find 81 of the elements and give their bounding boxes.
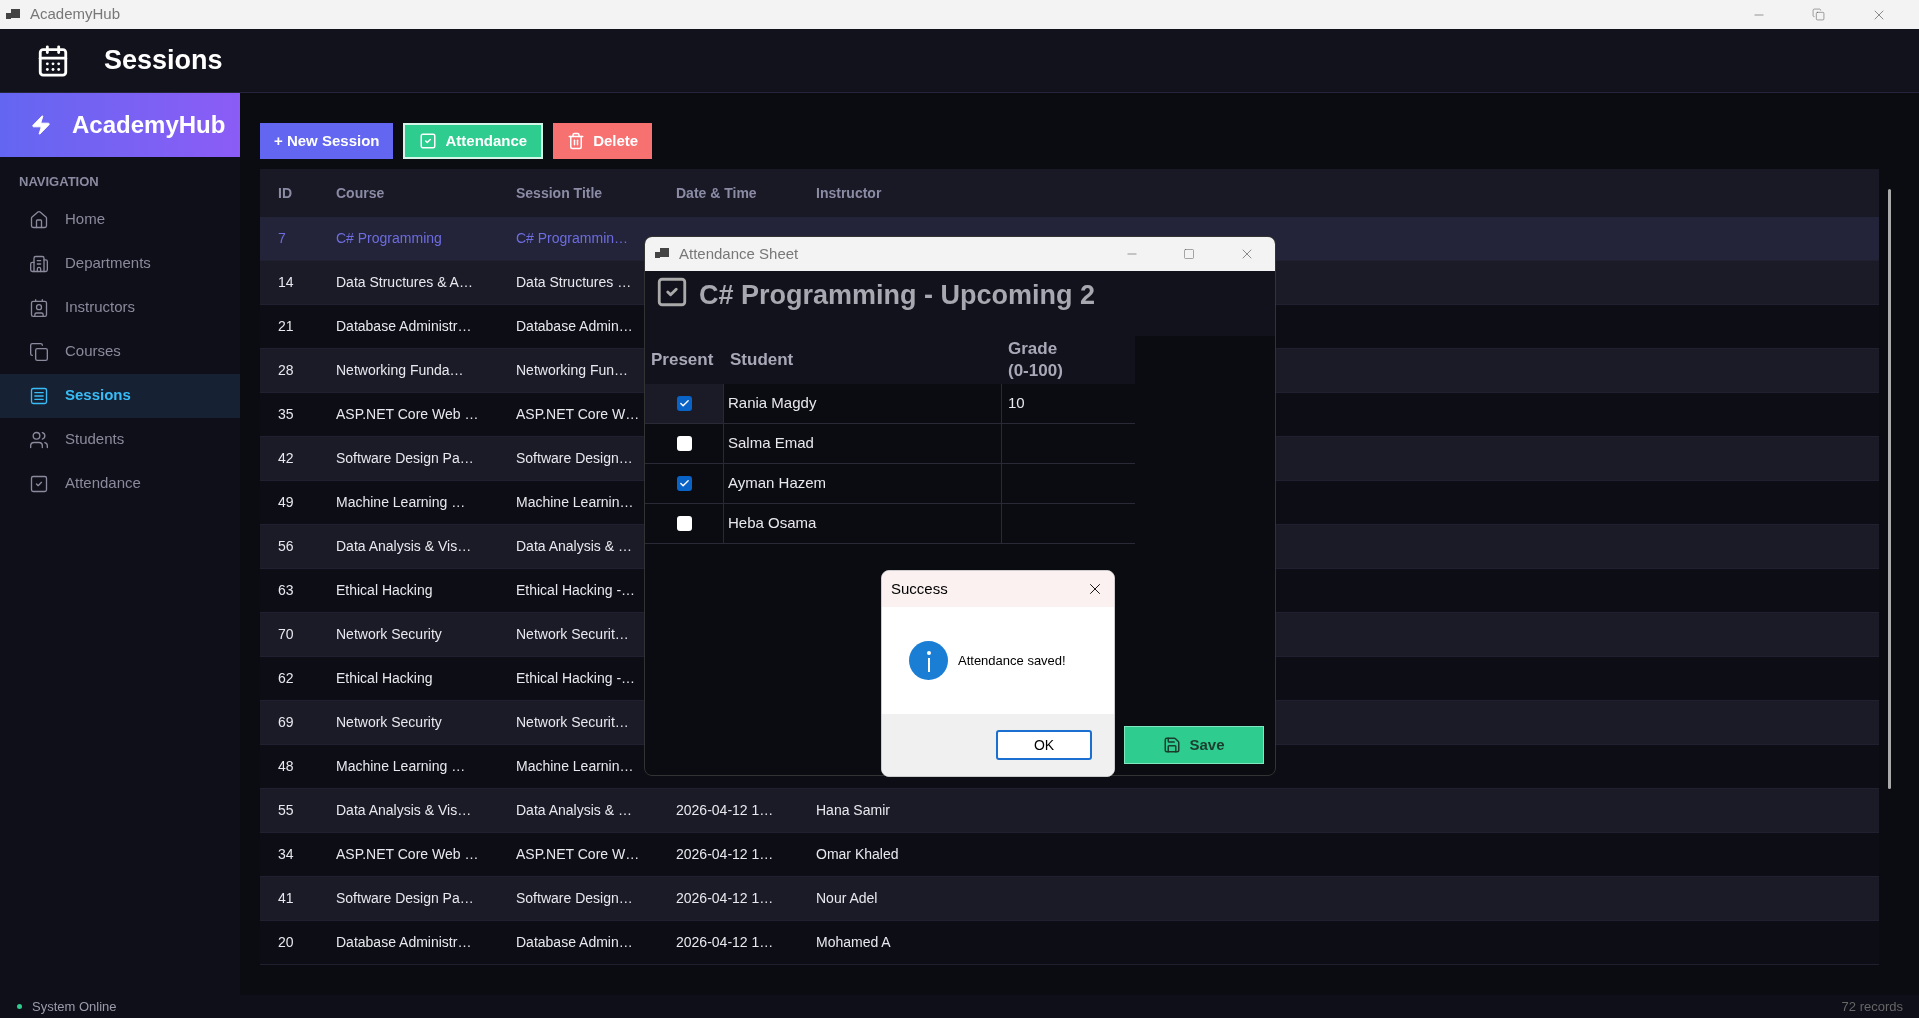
table-cell-text: 41 (277, 889, 295, 908)
column-header: ID (277, 183, 293, 203)
column-header: Session Title (516, 183, 604, 203)
table-cell-text: 55 (277, 801, 295, 820)
table-cell-text: Networking Funda… (336, 361, 465, 380)
table-cell-text: Ethical Hacking (336, 669, 434, 688)
page-title: Sessions (104, 44, 223, 78)
table-cell-text: Ethical Hacking (336, 581, 434, 600)
table-cell-text: Data Structures & A… (336, 273, 474, 292)
table-cell-text: Data Analysis & … (516, 801, 633, 820)
table-cell-text: ASP.NET Core W… (516, 845, 641, 864)
table-cell-text: Software Design Pa… (336, 889, 475, 908)
table-cell-text: Networking Fun… (516, 361, 630, 380)
table-cell-text: 56 (277, 537, 295, 556)
column-header: Date & Time (676, 183, 758, 203)
table-cell-text: Data Structures … (516, 273, 633, 292)
table-cell-text: Database Administr… (336, 317, 473, 336)
table-cell-text: C# Programming (336, 229, 443, 248)
table-cell-text: Omar Khaled (816, 845, 900, 864)
table-cell-text: Database Admin… (516, 933, 634, 952)
table-cell-text: Data Analysis & Vis… (336, 537, 473, 556)
table-cell-text: C# Programmin… (516, 229, 630, 248)
student-name: Rania Magdy (724, 384, 1002, 423)
table-cell-text: Database Administr… (336, 933, 473, 952)
table-cell-text: Network Securit… (516, 625, 630, 644)
dialog-title: Attendance Sheet (679, 243, 799, 264)
student-name: Ayman Hazem (724, 464, 1002, 503)
table-cell-text: Ethical Hacking -… (516, 581, 637, 600)
table-cell-text: Software Design Pa… (336, 449, 475, 468)
student-name: Salma Emad (724, 424, 1002, 463)
table-cell-text: Machine Learnin… (516, 493, 635, 512)
table-cell-text: 7 (277, 229, 287, 248)
table-cell-text: Nour Adel (816, 889, 879, 908)
column-header: Present (650, 349, 715, 372)
table-cell-text: 21 (277, 317, 295, 336)
column-header: Grade (0-100) (1007, 338, 1064, 382)
table-cell-text: ASP.NET Core Web … (336, 845, 480, 864)
table-cell-text: 70 (277, 625, 295, 644)
table-cell-text: 20 (277, 933, 295, 952)
table-cell-text: Software Design… (516, 889, 634, 908)
window-title: AcademyHub (30, 4, 121, 25)
table-cell-text: 63 (277, 581, 295, 600)
table-cell-text: Machine Learning … (336, 493, 467, 512)
table-cell-text: 34 (277, 845, 295, 864)
table-cell-text: Network Securit… (516, 713, 630, 732)
table-cell-text: Machine Learning … (336, 757, 467, 776)
table-cell-text: Network Security (336, 625, 443, 644)
table-cell-text: 49 (277, 493, 295, 512)
table-cell-text: Ethical Hacking -… (516, 669, 637, 688)
table-cell-text: 28 (277, 361, 295, 380)
column-header: Instructor (816, 183, 883, 203)
dialog-heading: C# Programming - Upcoming 2 (699, 279, 1096, 312)
message-text: Attendance saved! (958, 651, 1066, 670)
student-name: Heba Osama (724, 504, 1002, 543)
table-cell-text: 2026-04-12 1… (676, 801, 775, 820)
table-cell-text: Data Analysis & Vis… (336, 801, 473, 820)
table-cell-text: 2026-04-12 1… (676, 889, 775, 908)
table-cell-text: Data Analysis & … (516, 537, 633, 556)
section-label: NAVIGATION (19, 173, 100, 191)
brand-name: AcademyHub (72, 110, 226, 140)
status-text: System Online (32, 997, 117, 1016)
table-cell-text: Mohamed A (816, 933, 892, 952)
table-cell-text: 69 (277, 713, 295, 732)
table-cell-text: 42 (277, 449, 295, 468)
table-cell-text: ASP.NET Core W… (516, 405, 641, 424)
table-cell-text: 48 (277, 757, 295, 776)
column-header: Course (336, 183, 386, 203)
table-cell-text: 2026-04-12 1… (676, 845, 775, 864)
table-cell-text: ASP.NET Core Web … (336, 405, 480, 424)
table-cell-text: 62 (277, 669, 295, 688)
table-cell-text: Database Admin… (516, 317, 634, 336)
table-cell-text: Software Design… (516, 449, 634, 468)
table-cell-text: 2026-04-12 1… (676, 933, 775, 952)
table-cell-text: 14 (277, 273, 295, 292)
table-cell-text: 35 (277, 405, 295, 424)
table-cell-text: Machine Learnin… (516, 757, 635, 776)
table-cell-text: Network Security (336, 713, 443, 732)
record-count: 72 records (1841, 997, 1903, 1016)
table-cell-text: Hana Samir (816, 801, 891, 820)
message-title: Success (891, 578, 948, 599)
column-header: Student (729, 349, 795, 372)
